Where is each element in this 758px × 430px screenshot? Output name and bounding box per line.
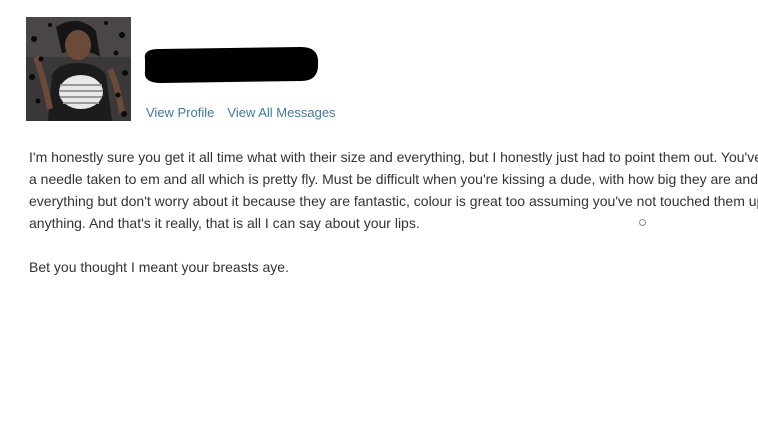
profile-links: View Profile View All Messages xyxy=(146,105,336,120)
message-line: anything. And that's it really, that is … xyxy=(29,215,420,231)
mouse-cursor-indicator xyxy=(639,219,646,226)
message-postscript: Bet you thought I meant your breasts aye… xyxy=(29,259,289,275)
redacted-sender-name xyxy=(144,47,319,83)
message-line: everything but don't worry about it beca… xyxy=(29,193,758,209)
view-all-messages-link[interactable]: View All Messages xyxy=(227,105,335,120)
message-line: a needle taken to em and all which is pr… xyxy=(29,171,758,187)
sender-avatar[interactable] xyxy=(26,17,131,121)
view-profile-link[interactable]: View Profile xyxy=(146,105,214,120)
avatar-photo xyxy=(26,17,131,121)
message-body: I'm honestly sure you get it all time wh… xyxy=(29,146,758,278)
message-line: I'm honestly sure you get it all time wh… xyxy=(29,149,758,165)
